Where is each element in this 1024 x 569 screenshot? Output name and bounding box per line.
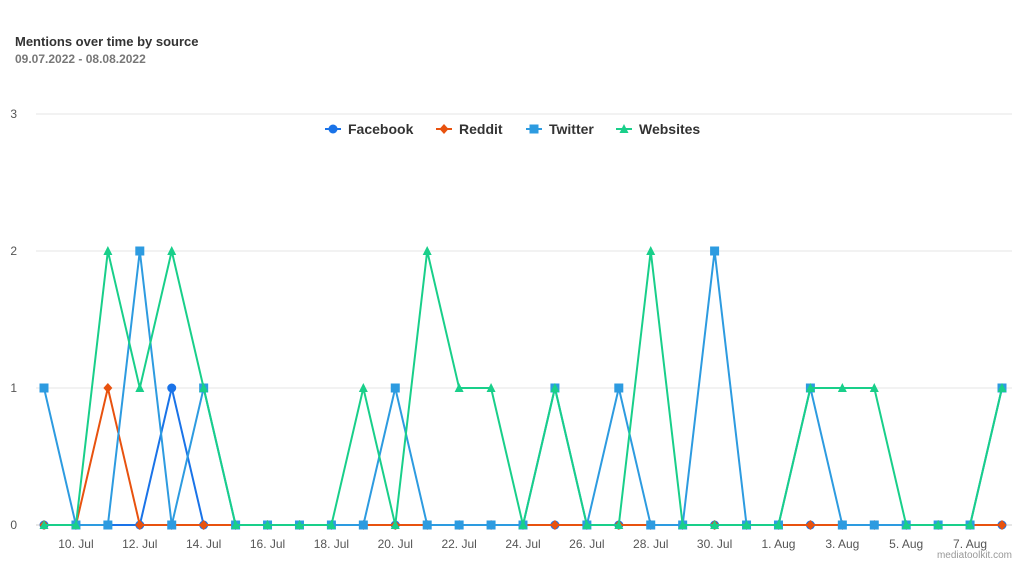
data-point-reddit — [805, 520, 815, 530]
data-point-twitter — [422, 520, 432, 530]
x-tick-label: 20. Jul — [378, 537, 413, 551]
legend-marker-twitter — [529, 124, 539, 134]
data-point-twitter — [869, 520, 879, 530]
x-tick-label: 22. Jul — [441, 537, 476, 551]
legend-marker-facebook — [328, 124, 338, 134]
y-tick-label: 1 — [10, 381, 17, 395]
data-point-twitter — [837, 520, 847, 530]
legend-label-reddit: Reddit — [459, 121, 503, 137]
data-point-twitter — [486, 520, 496, 530]
x-tick-label: 28. Jul — [633, 537, 668, 551]
legend-marker-reddit — [439, 124, 449, 134]
y-tick-label: 3 — [10, 107, 17, 121]
data-point-twitter — [646, 520, 656, 530]
x-tick-label: 26. Jul — [569, 537, 604, 551]
data-point-twitter — [390, 383, 400, 393]
legend-label-websites: Websites — [639, 121, 700, 137]
data-point-reddit — [135, 520, 145, 530]
line-chart: 0 1 2 3 10. Jul 12. Jul 14. Jul 16. Jul 18. Jul 2… — [10, 107, 1012, 551]
x-tick-label: 1. Aug — [761, 537, 795, 551]
x-tick-label: 30. Jul — [697, 537, 732, 551]
data-point-twitter — [103, 520, 113, 530]
x-tick-label: 24. Jul — [505, 537, 540, 551]
chart-container: Mentions over time by source 09.07.2022 … — [0, 0, 1024, 569]
data-point-reddit — [997, 520, 1007, 530]
y-tick-label: 2 — [10, 244, 17, 258]
data-point-reddit — [550, 520, 560, 530]
x-tick-label: 14. Jul — [186, 537, 221, 551]
data-point-reddit — [103, 383, 113, 393]
x-tick-label: 7. Aug — [953, 537, 987, 551]
x-tick-label: 12. Jul — [122, 537, 157, 551]
credit-text: mediatoolkit.com — [936, 550, 1012, 561]
y-tick-label: 0 — [10, 518, 17, 532]
x-tick-label: 3. Aug — [825, 537, 859, 551]
data-point-twitter — [135, 246, 145, 256]
x-tick-label: 5. Aug — [889, 537, 923, 551]
x-tick-label: 10. Jul — [58, 537, 93, 551]
data-point-twitter — [710, 246, 720, 256]
data-point-reddit — [199, 520, 209, 530]
data-point-twitter — [454, 520, 464, 530]
data-point-twitter — [358, 520, 368, 530]
data-point-facebook — [167, 383, 177, 393]
data-point-twitter — [614, 383, 624, 393]
data-point-twitter — [39, 383, 49, 393]
x-tick-label: 18. Jul — [314, 537, 349, 551]
legend-label-twitter: Twitter — [549, 121, 594, 137]
x-tick-label: 16. Jul — [250, 537, 285, 551]
data-point-twitter — [167, 520, 177, 530]
legend-label-facebook: Facebook — [348, 121, 414, 137]
